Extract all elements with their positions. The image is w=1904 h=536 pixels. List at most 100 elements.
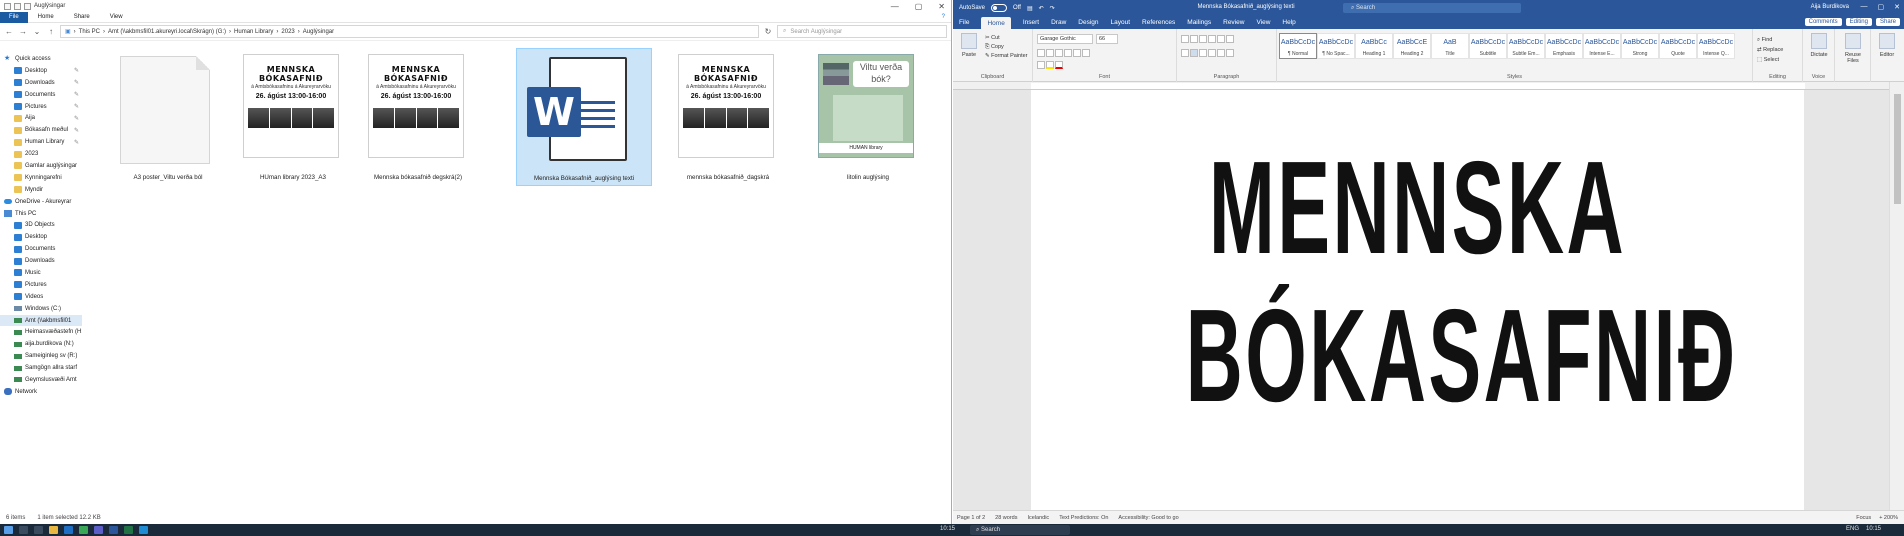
editor-button[interactable]: Editor: [1873, 33, 1901, 58]
address-bar[interactable]: ▣ › This PC › Amt (\\akbmsfil01.akureyri…: [60, 25, 759, 38]
document-page[interactable]: MENNSKA BÓKASAFNIÐ: [1031, 90, 1804, 510]
help-icon[interactable]: ?: [942, 14, 951, 20]
clock-left[interactable]: 10:15: [940, 526, 955, 532]
strikethrough-icon[interactable]: [1064, 49, 1072, 57]
redo-icon[interactable]: ↷: [1050, 5, 1055, 12]
word-taskbar-icon[interactable]: [109, 526, 118, 534]
word-minimize-button[interactable]: —: [1861, 3, 1868, 11]
breadcrumb-item[interactable]: Human Library: [234, 29, 273, 35]
nav-item[interactable]: aija.burdikova (N:): [0, 338, 82, 350]
clock-right[interactable]: 10:15: [1866, 526, 1881, 532]
nav-item[interactable]: Sameiginleg sv (R:): [0, 350, 82, 362]
style-item[interactable]: AaBbCc Heading 1: [1355, 33, 1393, 59]
find-button[interactable]: ⌕ Find: [1757, 35, 1783, 45]
nav-item[interactable]: Kynningarefni: [0, 172, 82, 184]
align-center-icon[interactable]: [1190, 49, 1198, 57]
highlight-icon[interactable]: [1046, 61, 1054, 69]
breadcrumb-item[interactable]: This PC: [79, 29, 100, 35]
nav-item[interactable]: 3D Objects: [0, 219, 82, 231]
explorer-taskbar-icon[interactable]: [49, 526, 58, 534]
line-spacing-icon[interactable]: [1217, 49, 1225, 57]
taskbar-search[interactable]: ⌕ Search: [970, 525, 1070, 535]
nav-item[interactable]: Music: [0, 267, 82, 279]
minimize-button[interactable]: —: [891, 2, 899, 11]
undo-icon[interactable]: ↶: [1039, 5, 1044, 12]
style-item[interactable]: AaBbCcDc Intense E...: [1583, 33, 1621, 59]
nav-item[interactable]: Gamlar auglýsingar: [0, 160, 82, 172]
horizontal-ruler[interactable]: [953, 82, 1889, 90]
style-item[interactable]: AaBbCcDc Quote: [1659, 33, 1697, 59]
nav-item[interactable]: Amt (\\akbmsfil01: [0, 314, 82, 327]
nav-item[interactable]: Desktop: [0, 231, 82, 243]
properties-icon[interactable]: [14, 2, 21, 10]
close-button[interactable]: ✕: [938, 2, 945, 11]
tab-share[interactable]: Share: [64, 14, 100, 20]
nav-item[interactable]: Human Library ✎: [0, 136, 82, 148]
multilevel-list-icon[interactable]: [1199, 35, 1207, 43]
file-tile[interactable]: Viltu verða bók? HUMAN library litolin aug…: [800, 48, 936, 186]
nav-item[interactable]: Downloads ✎: [0, 77, 82, 89]
style-item[interactable]: AaBbCcDc Strong: [1621, 33, 1659, 59]
file-tile[interactable]: A3 poster_Viltu verða ból: [100, 48, 236, 186]
file-tab[interactable]: File: [0, 11, 28, 23]
bullets-icon[interactable]: [1181, 35, 1189, 43]
show-marks-icon[interactable]: [1226, 35, 1234, 43]
word-tab-references[interactable]: References: [1142, 19, 1175, 26]
save-icon[interactable]: ▤: [1027, 5, 1033, 12]
accessibility-status[interactable]: Accessibility: Good to go: [1118, 515, 1178, 521]
underline-icon[interactable]: [1055, 49, 1063, 57]
new-folder-icon[interactable]: [24, 2, 31, 10]
comments-button[interactable]: Comments: [1804, 18, 1842, 26]
font-color-icon[interactable]: [1055, 61, 1063, 69]
file-tile[interactable]: W Mennska Bókasafnið_auglýsing texti: [516, 48, 652, 186]
nav-item[interactable]: Heimasvæðastefn (H:: [0, 326, 82, 338]
numbering-icon[interactable]: [1190, 35, 1198, 43]
word-count[interactable]: 28 words: [995, 515, 1017, 521]
style-item[interactable]: AaBbCcDc ¶ No Spac...: [1317, 33, 1355, 59]
quick-access-icon[interactable]: [4, 2, 11, 10]
style-item[interactable]: AaBbCcDc Emphasis: [1545, 33, 1583, 59]
file-tile[interactable]: MENNSKA BÓKASAFNIÐ á Amtsbókasafninu á Ak…: [350, 48, 486, 186]
nav-item[interactable]: Pictures: [0, 279, 82, 291]
word-tab-file[interactable]: File: [959, 19, 969, 26]
scrollbar-thumb[interactable]: [1894, 94, 1901, 204]
recent-locations-icon[interactable]: ⌄: [32, 27, 42, 36]
bold-icon[interactable]: [1037, 49, 1045, 57]
tab-home[interactable]: Home: [28, 14, 64, 20]
style-item[interactable]: AaBbCcDc ¶ Normal: [1279, 33, 1317, 59]
nav-item[interactable]: 2023: [0, 148, 82, 160]
word-tab-layout[interactable]: Layout: [1111, 19, 1131, 26]
file-tile[interactable]: MENNSKA BÓKASAFNIÐ á Amtsbókasafninu á Ak…: [225, 48, 361, 186]
nav-item[interactable]: Documents ✎: [0, 89, 82, 101]
word-tab-draw[interactable]: Draw: [1051, 19, 1066, 26]
word-tab-review[interactable]: Review: [1223, 19, 1244, 26]
search-input[interactable]: ⌕ Search Auglýsingar: [777, 25, 947, 38]
word-tab-help[interactable]: Help: [1282, 19, 1295, 26]
word-search[interactable]: ⌕ Search: [1343, 3, 1521, 13]
nav-item[interactable]: Bókasafn meðul ✎: [0, 124, 82, 136]
nav-item[interactable]: ★ Quick access: [0, 53, 82, 65]
word-maximize-button[interactable]: ▢: [1878, 3, 1885, 11]
vertical-scrollbar[interactable]: [1889, 82, 1904, 510]
word-tab-mailings[interactable]: Mailings: [1187, 19, 1211, 26]
edge-taskbar-icon[interactable]: [139, 526, 148, 534]
refresh-icon[interactable]: ↻: [763, 27, 773, 36]
teams-taskbar-icon[interactable]: [94, 526, 103, 534]
share-button[interactable]: Share: [1875, 18, 1900, 26]
tab-view[interactable]: View: [100, 14, 133, 20]
text-effects-icon[interactable]: [1037, 61, 1045, 69]
word-tab-design[interactable]: Design: [1078, 19, 1098, 26]
replace-button[interactable]: ⇄ Replace: [1757, 45, 1783, 55]
back-icon[interactable]: ←: [4, 27, 14, 36]
nav-item[interactable]: Geymslusvæði Amt: [0, 374, 82, 386]
language[interactable]: Icelandic: [1027, 515, 1049, 521]
align-left-icon[interactable]: [1181, 49, 1189, 57]
zoom-level[interactable]: + 200%: [1879, 515, 1898, 521]
up-icon[interactable]: ↑: [46, 27, 56, 36]
word-close-button[interactable]: ✕: [1894, 3, 1900, 11]
select-button[interactable]: ⬚ Select: [1757, 55, 1783, 65]
nav-item[interactable]: Documents: [0, 243, 82, 255]
style-item[interactable]: AaB Title: [1431, 33, 1469, 59]
italic-icon[interactable]: [1046, 49, 1054, 57]
font-size-select[interactable]: 66: [1096, 34, 1118, 44]
